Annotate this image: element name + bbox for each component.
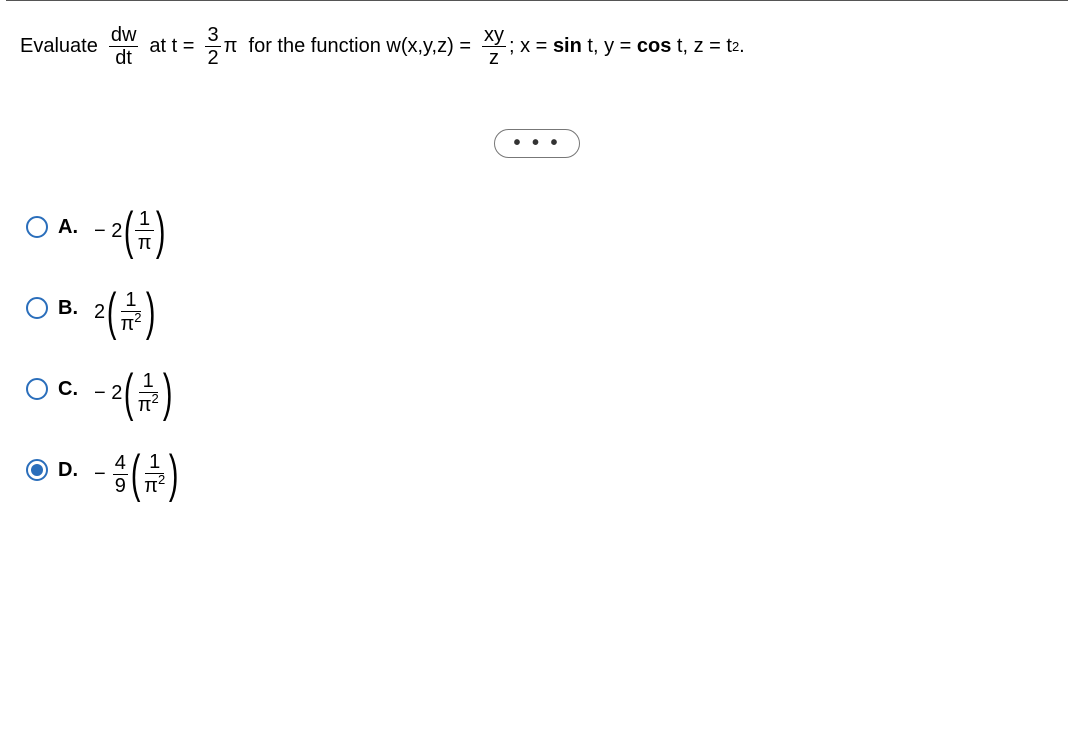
t-squared-exp: 2: [732, 39, 739, 54]
frac-xy-z: xy z: [482, 24, 506, 69]
coef-sign: −: [94, 463, 106, 486]
option-radio[interactable]: [26, 378, 48, 400]
outer-frac-num: 4: [113, 452, 128, 475]
right-paren: ): [163, 373, 173, 415]
pi-after-3-2: π: [224, 35, 238, 58]
inner-den: π2: [140, 474, 169, 498]
more-button[interactable]: • • •: [494, 129, 579, 158]
t-comma-y-eq: t, y =: [587, 35, 631, 58]
frac-3-2: 3 2: [205, 24, 220, 69]
inner-den: π: [134, 231, 156, 255]
semicolon-x-eq: ; x =: [509, 35, 547, 58]
frac-dw-dt: dw dt: [109, 24, 139, 69]
coef: − 2: [94, 220, 122, 243]
right-paren: ): [145, 292, 155, 334]
pi-symbol: π: [138, 231, 152, 255]
paren-group: (1π2): [124, 370, 172, 417]
t-z-eq-t: t, z = t: [677, 35, 732, 58]
inner-num: 1: [139, 370, 158, 393]
option-radio[interactable]: [26, 459, 48, 481]
sin-bold: sin: [553, 35, 582, 58]
for-function: for the function w(x,y,z) =: [249, 35, 472, 58]
options-group: A.− 2(1π)B.2(1π2)C.− 2(1π2)D.− 49(1π2): [26, 208, 1054, 498]
pi-exponent: 2: [134, 310, 141, 326]
pi-exponent: 2: [152, 391, 159, 407]
left-paren: (: [124, 373, 134, 415]
outer-frac-den: 9: [113, 475, 128, 497]
inner-den: π2: [116, 312, 145, 336]
coef: − 2: [94, 382, 122, 405]
option-expression: 2(1π2): [94, 289, 155, 336]
paren-group: (1π): [124, 208, 164, 255]
inner-num: 1: [145, 451, 164, 474]
inner-fraction: 1π2: [140, 451, 169, 498]
left-paren: (: [131, 454, 141, 496]
right-paren: ): [169, 454, 179, 496]
option-letter: D.: [58, 459, 84, 482]
inner-num: 1: [121, 289, 140, 312]
inner-fraction: 1π: [134, 208, 156, 255]
lead-word: Evaluate: [20, 35, 98, 58]
pi-symbol: π: [144, 474, 158, 498]
pi-symbol: π: [120, 312, 134, 336]
right-paren: ): [155, 211, 165, 253]
option-row: C. − 2(1π2): [26, 370, 1054, 417]
option-expression: − 49(1π2): [94, 451, 179, 498]
option-expression: − 2(1π): [94, 208, 165, 255]
option-letter: C.: [58, 378, 84, 401]
coef: 2: [94, 301, 105, 324]
left-paren: (: [124, 211, 134, 253]
inner-num: 1: [135, 208, 154, 231]
option-letter: B.: [58, 297, 84, 320]
option-radio[interactable]: [26, 297, 48, 319]
paren-group: (1π2): [131, 451, 179, 498]
option-letter: A.: [58, 216, 84, 239]
cos-bold: cos: [637, 35, 671, 58]
option-row: B.2(1π2): [26, 289, 1054, 336]
option-expression: − 2(1π2): [94, 370, 172, 417]
period: .: [739, 35, 745, 58]
option-radio[interactable]: [26, 216, 48, 238]
at-t-eq: at t =: [149, 35, 194, 58]
pi-symbol: π: [138, 393, 152, 417]
inner-den: π2: [134, 393, 163, 417]
inner-fraction: 1π2: [134, 370, 163, 417]
pi-exponent: 2: [158, 472, 165, 488]
left-paren: (: [107, 292, 117, 334]
question-text: Evaluate dw dt at t = 3 2 π for the func…: [20, 24, 1054, 69]
inner-fraction: 1π2: [116, 289, 145, 336]
option-row: A. − 2(1π): [26, 208, 1054, 255]
paren-group: (1π2): [107, 289, 155, 336]
option-row: D.− 49(1π2): [26, 451, 1054, 498]
ellipsis-dots: • • •: [513, 132, 560, 154]
outer-fraction: 49: [113, 452, 128, 497]
